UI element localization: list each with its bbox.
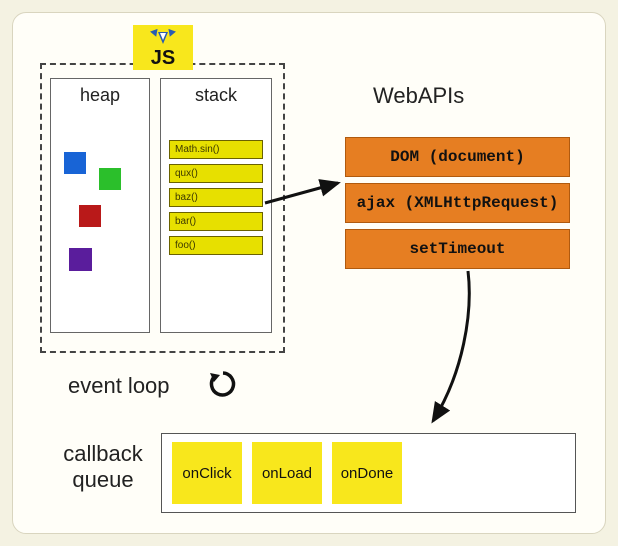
js-logo-text: JS xyxy=(151,48,175,68)
callback-queue-label: callback queue xyxy=(53,441,153,494)
heap-box: heap xyxy=(50,78,150,333)
heap-object xyxy=(79,205,101,227)
webapi-item: setTimeout xyxy=(345,229,570,269)
callback-item: onLoad xyxy=(252,442,322,504)
webapi-item: ajax (XMLHttpRequest) xyxy=(345,183,570,223)
heap-title: heap xyxy=(51,79,149,110)
stack-body: Math.sin() qux() baz() bar() foo() xyxy=(161,110,271,261)
heap-object xyxy=(64,152,86,174)
diagram-canvas: JS heap stack Math.sin() qux() baz() bar… xyxy=(12,12,606,534)
callback-item: onDone xyxy=(332,442,402,504)
stack-frame: foo() xyxy=(169,236,263,255)
callback-item: onClick xyxy=(172,442,242,504)
stack-frame: bar() xyxy=(169,212,263,231)
callback-queue-box: onClick onLoad onDone xyxy=(161,433,576,513)
webapi-item: DOM (document) xyxy=(345,137,570,177)
js-logo: JS xyxy=(133,25,193,70)
stack-frame: Math.sin() xyxy=(169,140,263,159)
stack-title: stack xyxy=(161,79,271,110)
event-loop-icon xyxy=(208,369,238,399)
stack-frame: baz() xyxy=(169,188,263,207)
event-loop-label: event loop xyxy=(68,373,170,399)
heap-object xyxy=(69,248,92,271)
stack-box: stack Math.sin() qux() baz() bar() foo() xyxy=(160,78,272,333)
stack-frame: qux() xyxy=(169,164,263,183)
heap-object xyxy=(99,168,121,190)
v8-icon xyxy=(153,30,173,46)
heap-body xyxy=(51,110,149,325)
webapis-title: WebAPIs xyxy=(373,83,464,109)
